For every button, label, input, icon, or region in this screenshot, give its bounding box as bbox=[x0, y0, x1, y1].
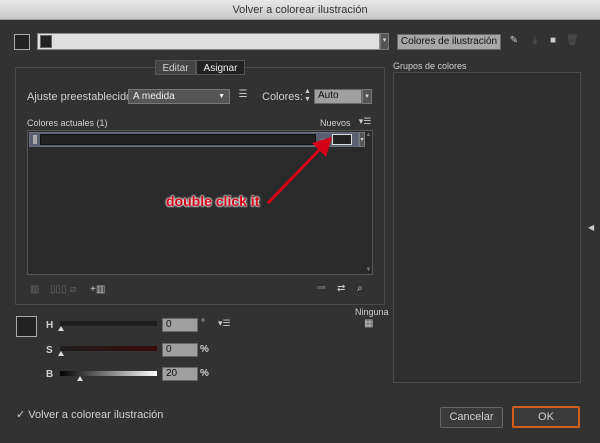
h-label: H bbox=[46, 320, 54, 331]
current-colors-label: Colores actuales (1) bbox=[27, 118, 108, 128]
cancel-button[interactable]: Cancelar bbox=[440, 407, 503, 428]
list-scrollbar[interactable]: ▲ ▼ bbox=[365, 132, 372, 273]
collapse-panel-icon[interactable]: ◀ bbox=[588, 223, 594, 232]
tab-editar[interactable]: Editar bbox=[155, 60, 196, 75]
annotation-arrow bbox=[266, 137, 332, 205]
s-slider[interactable] bbox=[60, 346, 157, 351]
h-slider[interactable] bbox=[60, 321, 157, 326]
color-library-label: Ninguna bbox=[355, 307, 389, 317]
combo-dropdown-button[interactable]: ▾ bbox=[380, 33, 389, 50]
new-colors-label: Nuevos bbox=[320, 118, 351, 128]
s-slider-thumb[interactable] bbox=[58, 351, 64, 356]
h-unit: ° bbox=[201, 318, 205, 329]
h-slider-thumb[interactable] bbox=[58, 326, 64, 331]
colors-dropdown-button[interactable]: ▾ bbox=[362, 89, 372, 104]
window-title: Volver a colorear ilustración bbox=[0, 0, 600, 20]
s-input[interactable]: 0 bbox=[162, 343, 198, 357]
preset-value: A medida bbox=[133, 91, 175, 102]
new-row-icon[interactable]: +▥ bbox=[90, 284, 105, 295]
colors-input[interactable]: Auto bbox=[314, 89, 362, 104]
preset-select[interactable]: A medida ▼ bbox=[128, 89, 230, 104]
preset-label: Ajuste preestablecido: bbox=[27, 91, 136, 103]
separate-colors-icon[interactable]: ▯▯▯ bbox=[50, 284, 67, 295]
selected-color-swatch bbox=[16, 316, 37, 337]
merge-colors-icon[interactable]: ▥ bbox=[30, 284, 39, 295]
colors-label: Colores: bbox=[262, 91, 303, 103]
annotation-text: double click it bbox=[166, 193, 260, 209]
active-color-swatch[interactable] bbox=[14, 34, 30, 50]
trash-icon[interactable]: 🗑 bbox=[566, 35, 579, 46]
b-input[interactable]: 20 bbox=[162, 367, 198, 381]
list-menu-icon[interactable]: ▾☰ bbox=[358, 116, 372, 127]
row-handle-icon[interactable] bbox=[33, 135, 37, 144]
color-groups-panel bbox=[393, 72, 581, 383]
recolor-label: Volver a colorear ilustración bbox=[28, 409, 164, 421]
tab-asignar[interactable]: Asignar bbox=[196, 60, 245, 75]
ok-button[interactable]: OK bbox=[512, 406, 580, 428]
recolor-checkbox[interactable]: ✓ Volver a colorear ilustración bbox=[16, 408, 163, 421]
s-unit: % bbox=[200, 344, 209, 355]
artwork-colors-button[interactable]: Colores de ilustración bbox=[397, 34, 501, 50]
h-input[interactable]: 0 bbox=[162, 318, 198, 332]
color-mode-menu-icon[interactable]: ▾☰ bbox=[218, 318, 231, 329]
b-slider[interactable] bbox=[60, 371, 157, 376]
randomize-saturation-icon[interactable]: ⇄ bbox=[337, 283, 345, 294]
color-group-combo[interactable] bbox=[37, 33, 380, 50]
randomize-order-icon[interactable]: ▫▫▫ bbox=[317, 283, 326, 292]
colors-stepper[interactable]: ▲ ▼ bbox=[303, 88, 312, 104]
preset-options-icon[interactable]: ☰ bbox=[236, 89, 250, 100]
b-unit: % bbox=[200, 368, 209, 379]
eyedropper-icon[interactable]: ✎ bbox=[508, 35, 520, 46]
color-library-icon[interactable]: ▦ bbox=[364, 318, 373, 329]
exclude-colors-icon[interactable]: ⧄ bbox=[70, 284, 76, 295]
save-group-icon[interactable]: ⤓ bbox=[529, 35, 541, 46]
combo-swatch bbox=[40, 35, 52, 48]
b-slider-thumb[interactable] bbox=[77, 376, 83, 381]
s-label: S bbox=[46, 345, 53, 356]
find-color-icon[interactable]: ⌕ bbox=[357, 283, 363, 294]
b-label: B bbox=[46, 369, 54, 380]
color-groups-label: Grupos de colores bbox=[393, 61, 467, 71]
new-folder-icon[interactable]: ■ bbox=[547, 35, 559, 46]
